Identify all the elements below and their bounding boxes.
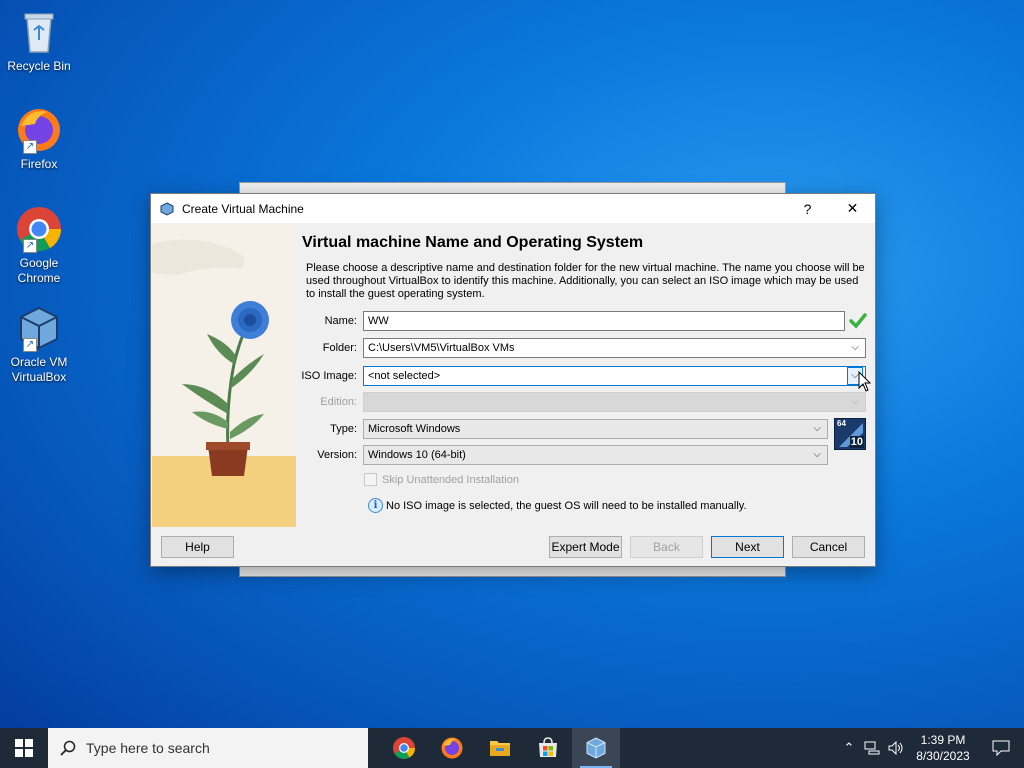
name-label: Name:	[324, 315, 357, 327]
system-tray: ⌃ 1:39 PM 8/30/2023	[838, 728, 1024, 768]
desktop-icon-virtualbox[interactable]: ↗ Oracle VM VirtualBox	[4, 304, 74, 385]
name-input[interactable]: WW	[363, 311, 845, 331]
dialog-titlebar[interactable]: Create Virtual Machine ? ✕	[151, 194, 875, 223]
edition-row: Edition:	[301, 391, 357, 413]
start-button[interactable]	[0, 728, 48, 768]
folder-label: Folder:	[322, 342, 357, 354]
expert-mode-button[interactable]: Expert Mode	[549, 536, 622, 558]
wizard-illustration	[152, 224, 296, 527]
desktop-icon-firefox[interactable]: ↗ Firefox	[4, 106, 74, 172]
folder-combobox[interactable]: C:\Users\VM5\VirtualBox VMs ⌵	[363, 338, 866, 358]
checkbox-box	[364, 473, 377, 486]
shortcut-arrow-icon: ↗	[23, 140, 37, 154]
wizard-content: Virtual machine Name and Operating Syste…	[301, 224, 876, 301]
virtualbox-icon	[586, 737, 606, 759]
iso-label: ISO Image:	[301, 370, 357, 382]
type-combobox[interactable]: Microsoft Windows ⌵	[363, 419, 828, 439]
firefox-icon: ↗	[15, 106, 63, 154]
type-label: Type:	[330, 423, 357, 435]
chrome-icon: ↗	[15, 205, 63, 253]
version-label: Version:	[317, 449, 357, 461]
desktop-icon-recycle-bin[interactable]: Recycle Bin	[4, 8, 74, 74]
desktop-icon-label: Firefox	[20, 157, 58, 171]
desktop-icon-label: Google Chrome	[17, 256, 61, 285]
chevron-up-icon[interactable]: ⌃	[838, 740, 860, 756]
info-icon: i	[368, 498, 383, 513]
taskbar: Type here to search ⌃ 1:39 PM 8/30/2023	[0, 728, 1024, 768]
chevron-down-icon[interactable]: ⌵	[813, 423, 821, 434]
taskbar-clock[interactable]: 1:39 PM 8/30/2023	[908, 732, 978, 764]
desktop-icon-label: Recycle Bin	[7, 59, 71, 73]
clock-time: 1:39 PM	[920, 733, 966, 747]
type-row: Type:	[301, 418, 357, 440]
close-button[interactable]: ✕	[830, 194, 875, 223]
version-row: Version:	[301, 444, 357, 466]
desktop-icon-label: Oracle VM VirtualBox	[10, 355, 68, 384]
name-row: Name:	[301, 310, 357, 332]
version-combobox[interactable]: Windows 10 (64-bit) ⌵	[363, 445, 828, 465]
store-icon	[539, 737, 557, 757]
iso-image-combobox[interactable]: <not selected> ⌵	[363, 366, 866, 386]
info-message: i No ISO image is selected, the guest OS…	[368, 498, 747, 513]
clock-date: 8/30/2023	[916, 749, 970, 763]
cancel-button[interactable]: Cancel	[792, 536, 865, 558]
edition-label: Edition:	[320, 396, 357, 408]
chevron-down-icon[interactable]: ⌵	[851, 342, 859, 353]
page-description: Please choose a descriptive name and des…	[306, 262, 865, 300]
back-button: Back	[630, 536, 703, 558]
create-vm-dialog: Create Virtual Machine ? ✕ Virtual machi…	[150, 193, 876, 567]
chevron-down-icon[interactable]: ⌵	[813, 449, 821, 460]
desktop-icon-chrome[interactable]: ↗ Google Chrome	[4, 205, 74, 286]
next-button[interactable]: Next	[711, 536, 784, 558]
edition-combobox: ⌵	[363, 392, 866, 412]
volume-icon[interactable]	[884, 741, 908, 755]
os-type-icon: 64 10	[834, 418, 866, 450]
taskbar-firefox[interactable]	[428, 728, 476, 768]
shortcut-arrow-icon: ↗	[23, 338, 37, 352]
taskbar-file-explorer[interactable]	[476, 728, 524, 768]
valid-check-icon	[849, 312, 867, 333]
folder-row: Folder:	[301, 337, 357, 359]
skip-unattended-checkbox: Skip Unattended Installation	[364, 473, 519, 486]
taskbar-search-box[interactable]: Type here to search	[48, 728, 368, 768]
taskbar-chrome[interactable]	[380, 728, 428, 768]
iso-row: ISO Image:	[301, 365, 357, 387]
shortcut-arrow-icon: ↗	[23, 239, 37, 253]
virtualbox-icon: ↗	[15, 304, 63, 352]
firefox-icon	[441, 737, 463, 759]
network-icon[interactable]	[860, 741, 884, 755]
recycle-bin-icon	[15, 8, 63, 56]
chevron-down-icon: ⌵	[851, 396, 859, 407]
mouse-cursor-icon	[858, 370, 872, 396]
dialog-title: Create Virtual Machine	[182, 201, 304, 216]
virtualbox-icon	[160, 201, 174, 216]
search-icon	[60, 740, 76, 756]
file-explorer-icon	[490, 741, 510, 756]
taskbar-store[interactable]	[524, 728, 572, 768]
taskbar-virtualbox[interactable]	[572, 728, 620, 768]
windows-logo-icon	[15, 739, 33, 757]
help-button[interactable]: Help	[161, 536, 234, 558]
help-title-button[interactable]: ?	[785, 194, 830, 223]
chrome-icon	[393, 737, 415, 759]
notification-icon[interactable]	[978, 740, 1024, 756]
page-title: Virtual machine Name and Operating Syste…	[302, 234, 644, 251]
